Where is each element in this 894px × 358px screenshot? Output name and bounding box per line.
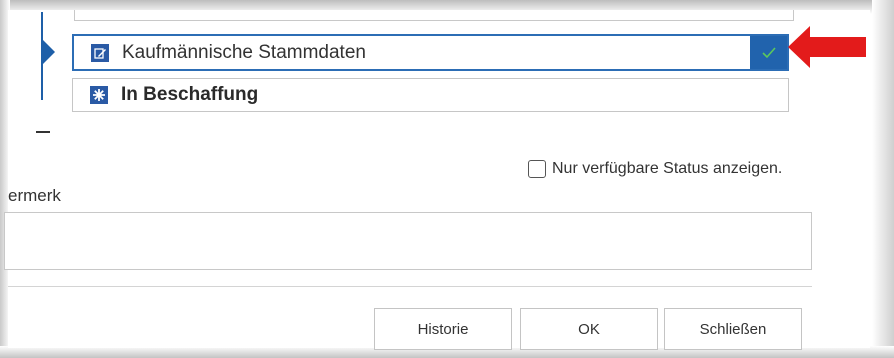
filter-checkbox[interactable] [528, 160, 546, 178]
status-dialog: Kaufmännische Stammdaten In Beschaffung … [4, 10, 870, 350]
edit-document-icon [91, 43, 109, 62]
timeline-end-marker [36, 131, 50, 133]
remark-textarea[interactable] [4, 212, 812, 270]
status-row-kaufmaennische-stammdaten[interactable]: Kaufmännische Stammdaten [72, 34, 789, 71]
ok-button[interactable]: OK [520, 308, 658, 350]
status-row-label: In Beschaffung [121, 84, 259, 105]
history-button[interactable]: Historie [374, 308, 512, 350]
footer-divider [8, 286, 812, 287]
status-row-in-beschaffung[interactable]: In Beschaffung [72, 78, 789, 112]
remark-label: ermerk [8, 186, 61, 205]
current-status-marker-icon [43, 40, 55, 64]
asterisk-icon [90, 86, 108, 104]
filter-label: Nur verfügbare Status anzeigen. [552, 160, 783, 177]
frame-shadow [872, 0, 894, 358]
status-row-label: Kaufmännische Stammdaten [122, 41, 366, 63]
red-pointer-arrow-icon [788, 26, 866, 68]
checkmark-icon [761, 46, 776, 58]
selected-checkmark-button[interactable] [750, 36, 787, 69]
screenshot-stage: Kaufmännische Stammdaten In Beschaffung … [0, 0, 894, 358]
available-status-filter[interactable]: Nur verfügbare Status anzeigen. [528, 160, 782, 178]
close-button[interactable]: Schließen [664, 308, 802, 350]
status-row-previous[interactable] [74, 10, 794, 21]
